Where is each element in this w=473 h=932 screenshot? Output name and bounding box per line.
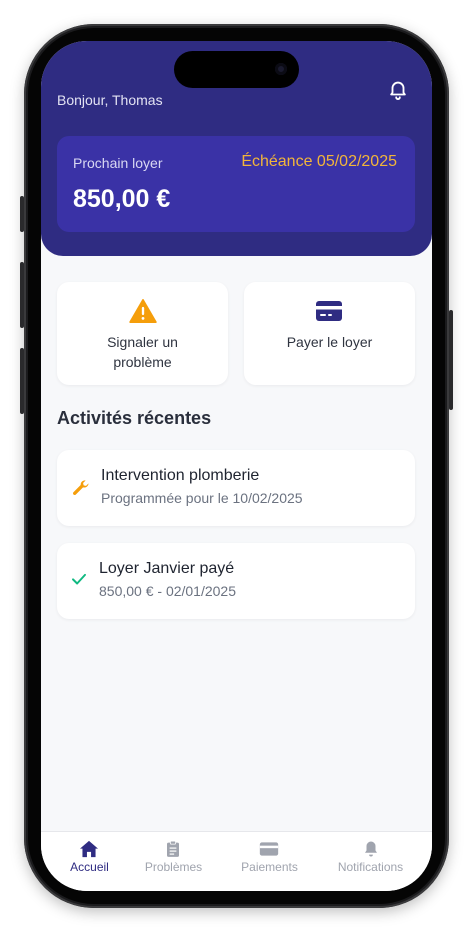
report-problem-button[interactable]: Signaler un problème <box>57 282 228 385</box>
activity-title: Intervention plomberie <box>101 467 260 484</box>
pay-rent-button[interactable]: Payer le loyer <box>244 282 415 385</box>
tab-home[interactable]: Accueil <box>41 832 138 891</box>
credit-card-icon <box>259 842 279 856</box>
report-problem-label: Signaler un problème <box>107 334 178 370</box>
bell-icon[interactable] <box>387 78 409 100</box>
tab-problems-label: Problèmes <box>144 860 203 874</box>
greeting-text: Bonjour, Thomas <box>57 92 163 108</box>
pay-rent-label: Payer le loyer <box>286 334 373 350</box>
power-button <box>449 310 453 410</box>
home-icon <box>80 840 98 858</box>
bottom-tab-bar: Accueil Problèmes Paiements Notification… <box>41 831 432 891</box>
activity-subtitle: 850,00 € - 02/01/2025 <box>99 583 237 599</box>
next-rent-card[interactable]: Prochain loyer Échéance 05/02/2025 850,0… <box>57 136 415 232</box>
activity-subtitle: Programmée pour le 10/02/2025 <box>101 490 303 506</box>
volume-down-button <box>20 348 24 414</box>
camera-icon <box>275 63 287 75</box>
clipboard-icon <box>167 840 179 857</box>
rent-amount: 850,00 € <box>73 185 171 213</box>
check-icon <box>72 573 86 585</box>
tab-payments-label: Paiements <box>241 860 298 874</box>
tab-payments[interactable]: Paiements <box>221 832 318 891</box>
tab-home-label: Accueil <box>70 860 109 874</box>
activity-item[interactable]: Intervention plomberie Programmée pour l… <box>57 450 415 526</box>
tab-notifications-label: Notifications <box>337 860 404 874</box>
volume-up-button <box>20 262 24 328</box>
bell-icon <box>365 841 377 857</box>
activity-item[interactable]: Loyer Janvier payé 850,00 € - 02/01/2025 <box>57 543 415 619</box>
rent-label: Prochain loyer <box>73 155 163 171</box>
action-button <box>20 196 24 232</box>
tab-notifications[interactable]: Notifications <box>322 832 419 891</box>
dynamic-island <box>174 51 299 88</box>
credit-card-icon <box>316 301 342 321</box>
app-screen: Bonjour, Thomas Prochain loyer Échéance … <box>41 41 432 891</box>
wrench-icon <box>73 480 89 495</box>
rent-due-date: Échéance 05/02/2025 <box>241 153 397 170</box>
warning-icon <box>129 299 157 323</box>
activity-title: Loyer Janvier payé <box>99 560 235 577</box>
recent-activity-title: Activités récentes <box>57 408 212 428</box>
tab-problems[interactable]: Problèmes <box>125 832 222 891</box>
